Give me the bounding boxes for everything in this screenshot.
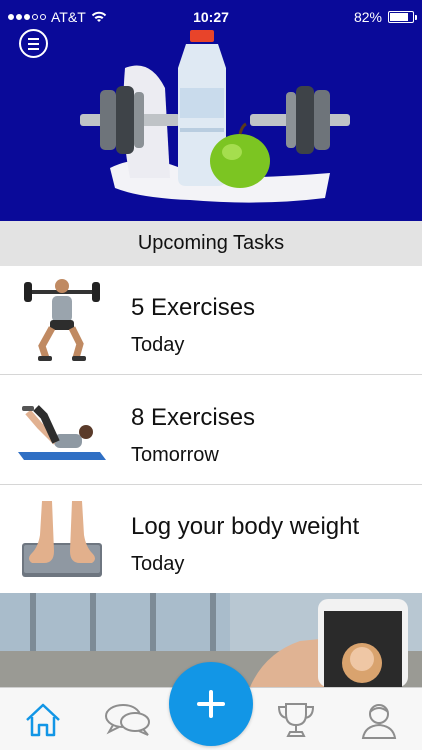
tab-messages[interactable] <box>103 698 153 742</box>
task-row-exercises-tomorrow[interactable]: 8 Exercises Tomorrow <box>0 376 422 485</box>
chat-bubbles-icon <box>105 704 150 736</box>
battery-icon <box>388 11 417 23</box>
task-due: Today <box>131 553 185 575</box>
hero-header: AT&T 10:27 82% <box>0 0 422 221</box>
trophy-icon <box>277 703 315 737</box>
task-title: 8 Exercises <box>131 404 256 431</box>
home-icon <box>26 703 60 737</box>
crunch-exercise-image <box>18 405 106 460</box>
task-row-log-weight[interactable]: Log your body weight Today <box>0 485 422 594</box>
tab-profile[interactable] <box>357 698 401 742</box>
task-title: Log your body weight <box>131 513 360 540</box>
hamburger-menu-icon[interactable] <box>19 29 48 58</box>
task-row-exercises-today[interactable]: 5 Exercises Today <box>0 266 422 375</box>
plus-icon-vertical <box>209 690 213 718</box>
squat-exercise-image <box>24 279 100 361</box>
status-right: 82% <box>353 9 417 25</box>
user-icon <box>361 704 397 739</box>
hero-image <box>80 30 350 203</box>
task-title: 5 Exercises <box>131 294 256 321</box>
battery-percent-label: 82% <box>353 9 382 25</box>
battery-fill <box>390 13 409 21</box>
section-title: Upcoming Tasks <box>0 221 422 266</box>
task-due: Today <box>131 334 185 356</box>
bathroom-scale-image <box>22 501 102 577</box>
tab-home[interactable] <box>21 698 65 742</box>
task-due: Tomorrow <box>131 444 219 466</box>
tab-achievements[interactable] <box>274 698 318 742</box>
add-button[interactable] <box>169 662 253 746</box>
